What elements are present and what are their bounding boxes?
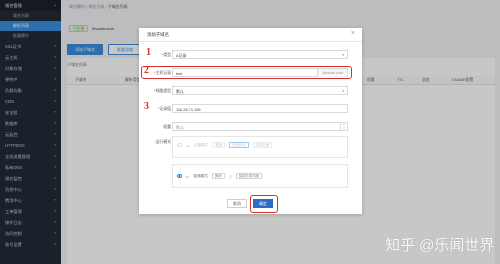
arrow-icon: ◇ — [228, 173, 232, 179]
radio-normal[interactable] — [177, 173, 182, 179]
run-mode-label: 运行模式 — [155, 139, 171, 144]
weight-input[interactable]: 默认 ▲ ▼ — [172, 122, 348, 131]
record-value: 116.28.71.155 — [176, 107, 201, 112]
line-type-value: 默认 — [176, 89, 184, 94]
radio-cloud[interactable] — [177, 142, 182, 148]
type-row: *类型 A记录 ▾ — [139, 50, 362, 59]
type-label: *类型 — [161, 52, 171, 57]
chevron-down-icon: ▾ — [342, 52, 344, 57]
annotation-outline — [250, 195, 278, 213]
record-value-row: *记录值 116.28.71.155 — [139, 104, 362, 113]
mode-option-normal[interactable]: ▭ 普通模式 解析 ◇ 智能负载均衡 — [172, 164, 348, 188]
mode-chip: 加速优化 — [229, 142, 249, 148]
record-value-input[interactable]: 116.28.71.155 — [172, 104, 348, 113]
mode-chip: 普通 — [212, 142, 226, 148]
line-type-select[interactable]: 默认 ▾ — [172, 86, 348, 95]
mode-chip: 解析 — [212, 173, 225, 179]
annotation-number: 3 — [144, 101, 149, 112]
line-type-row: *线路类型 默认 ▾ — [139, 86, 362, 95]
mode-option-content: ▭ 普通模式 解析 ◇ 智能负载均衡 — [177, 173, 263, 179]
mode-option-content: ☁ 云端模式 普通 加速优化 高防加速 — [177, 142, 273, 148]
cancel-button[interactable]: 取消 — [227, 199, 247, 208]
mode-option-cloud[interactable]: ☁ 云端模式 普通 加速优化 高防加速 — [172, 136, 348, 158]
type-value: A记录 — [176, 53, 187, 58]
mode-title: 普通模式 — [193, 173, 209, 178]
annotation-outline — [141, 66, 352, 79]
cloud-icon: ☁ — [185, 142, 190, 148]
dialog-title: 添加子域名 — [147, 32, 169, 37]
line-type-label: *线路类型 — [153, 88, 171, 93]
add-subdomain-dialog: 添加子域名 × *类型 A记录 ▾ *主机记录 test .lbvante.co… — [139, 28, 362, 214]
server-icon: ▭ — [185, 173, 190, 179]
mode-title: 云端模式 — [193, 142, 209, 147]
close-icon[interactable]: × — [351, 30, 355, 38]
weight-row: 权重 默认 ▲ ▼ — [139, 122, 362, 131]
mode-chip: 智能负载均衡 — [235, 173, 263, 179]
weight-label: 权重 — [163, 124, 171, 129]
type-select[interactable]: A记录 ▾ — [172, 50, 348, 59]
chevron-down-icon: ▾ — [342, 88, 344, 93]
record-value-label: *记录值 — [157, 106, 171, 111]
stepper-icon[interactable]: ▲ ▼ — [340, 123, 347, 131]
annotation-number: 1 — [146, 47, 151, 58]
weight-value: 默认 — [176, 125, 184, 130]
watermark: 知乎 @乐闻世界 — [385, 237, 495, 254]
mode-chip: 高防加速 — [252, 142, 273, 148]
dialog-header: 添加子域名 × — [139, 28, 362, 42]
